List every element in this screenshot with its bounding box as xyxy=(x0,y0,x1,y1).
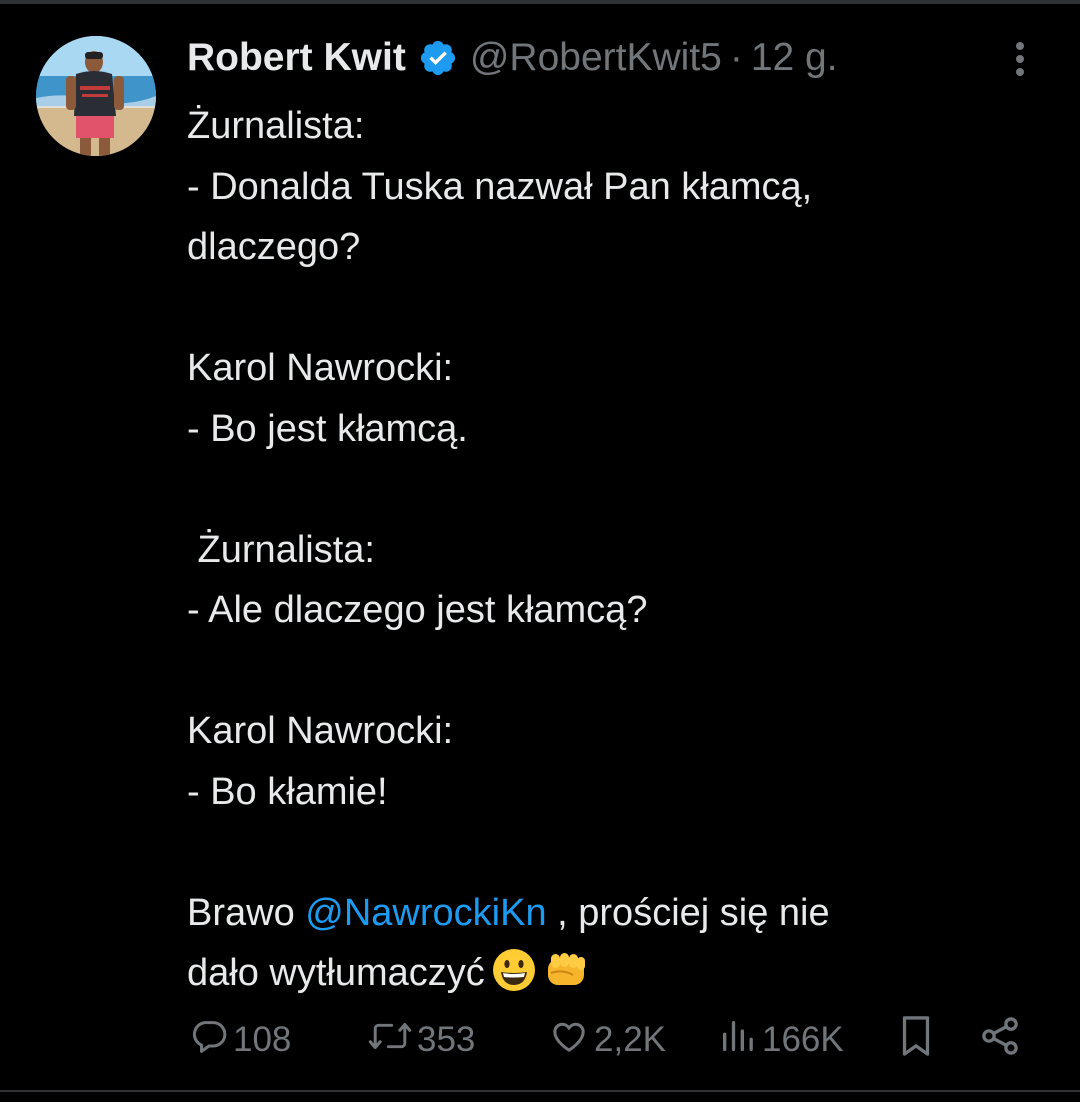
separator-dot: · xyxy=(729,36,743,79)
tweet-line: Karol Nawrocki: xyxy=(187,347,454,389)
repost-button[interactable]: 353 xyxy=(367,1012,475,1068)
tweet-line: Żurnalista: xyxy=(187,105,365,147)
reply-button[interactable]: 108 xyxy=(189,1012,291,1068)
views-icon xyxy=(718,1016,758,1065)
share-icon xyxy=(978,1014,1022,1067)
tweet-line xyxy=(187,641,1047,702)
grinning-face-emoji xyxy=(491,947,537,993)
tweet-text: Żurnalista: - Donalda Tuska nazwał Pan k… xyxy=(187,96,1047,1004)
bookmark-icon xyxy=(896,1013,936,1068)
like-button[interactable]: 2,2K xyxy=(548,1012,666,1068)
mention-link[interactable]: @NawrockiKn xyxy=(305,892,546,934)
top-divider xyxy=(0,0,1080,4)
bookmark-button[interactable] xyxy=(896,1012,936,1068)
reply-icon xyxy=(189,1016,229,1065)
tweet-line: - Donalda Tuska nazwał Pan kłamcą, xyxy=(187,165,813,208)
tweet-header: Robert Kwit @RobertKwit5 · 12 g. xyxy=(187,28,838,88)
reply-count: 108 xyxy=(233,1020,292,1059)
closing-suffix: , prościej się nie xyxy=(546,891,830,934)
closing-prefix: Brawo xyxy=(187,891,306,934)
tweet-line: - Ale dlaczego jest kłamcą? xyxy=(187,589,648,631)
like-count: 2,2K xyxy=(594,1020,666,1059)
avatar[interactable] xyxy=(36,36,156,156)
verified-badge-icon xyxy=(418,38,458,78)
tweet-line: - Bo kłamie! xyxy=(187,770,388,813)
tweet-line: dlaczego? xyxy=(187,226,361,268)
share-button[interactable] xyxy=(978,1012,1022,1068)
tweet-line-closing: Brawo @NawrockiKn , prościej się nie xyxy=(187,883,1047,944)
tweet-actions: 108 353 2,2K 166K xyxy=(0,1012,1080,1068)
heart-icon xyxy=(548,1016,590,1065)
tweet-line xyxy=(187,459,1047,520)
tweet-line: Karol Nawrocki: xyxy=(187,710,454,752)
more-options-icon[interactable] xyxy=(1008,40,1032,80)
author-handle[interactable]: @RobertKwit5 xyxy=(470,36,722,80)
bottom-divider xyxy=(0,1090,1080,1092)
tweet-line: - Bo jest kłamcą. xyxy=(187,407,468,450)
tweet-line xyxy=(187,278,1047,339)
tweet-line xyxy=(187,822,1047,883)
tweet-line: Żurnalista: xyxy=(187,528,375,571)
oncoming-fist-emoji xyxy=(543,947,589,993)
views-count: 166K xyxy=(762,1020,844,1059)
repost-icon xyxy=(367,1016,413,1065)
repost-count: 353 xyxy=(417,1020,476,1059)
author-name[interactable]: Robert Kwit xyxy=(187,36,406,80)
tweet-line-closing-2: dało wytłumaczyć xyxy=(187,943,1047,1004)
closing-line2: dało wytłumaczyć xyxy=(187,952,485,994)
views-button[interactable]: 166K xyxy=(718,1012,844,1068)
timestamp[interactable]: 12 g. xyxy=(751,36,838,80)
